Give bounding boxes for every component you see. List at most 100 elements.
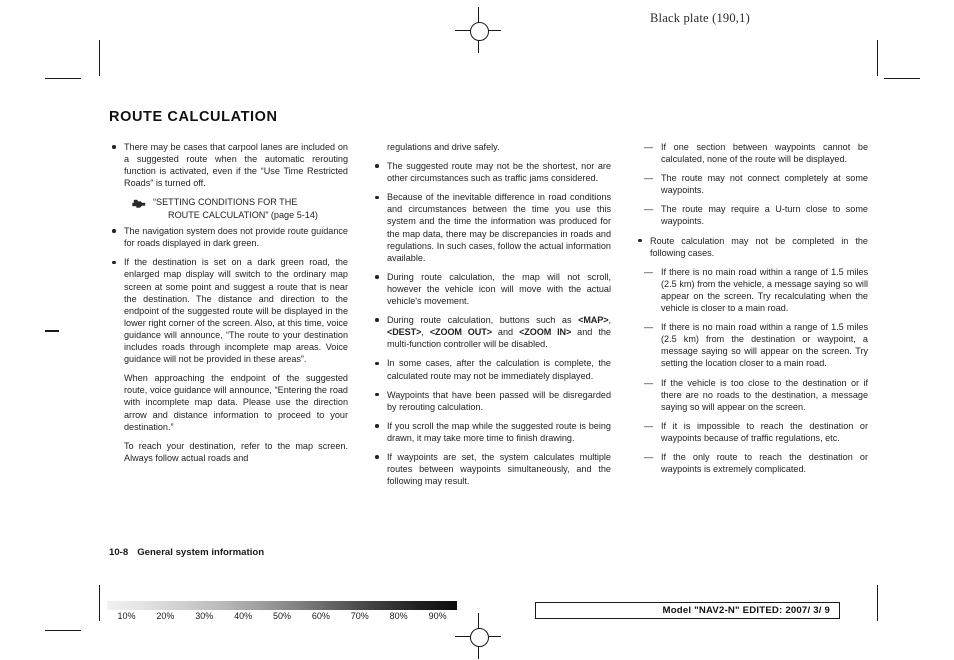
dash-glyph-icon: — bbox=[644, 204, 654, 215]
column-2: regulations and drive safely. The suggest… bbox=[372, 141, 611, 487]
bullet-dot-icon bbox=[638, 238, 642, 243]
density-label-7: 70% bbox=[350, 611, 369, 621]
bullet-item: During route calculation, the map will n… bbox=[372, 271, 611, 307]
dash-item: — If there is no main road within a range… bbox=[635, 321, 868, 369]
bullet-text: The navigation system does not provide r… bbox=[124, 226, 348, 249]
bullet-text: There may be cases that carpool lanes ar… bbox=[124, 142, 348, 189]
bullet-item: In some cases, after the calculation is … bbox=[372, 357, 611, 381]
dash-text: The route may not connect completely at … bbox=[661, 173, 868, 196]
bullet-text: Route calculation may not be completed i… bbox=[650, 235, 868, 258]
density-gradient-strip bbox=[107, 601, 457, 610]
density-label-9: 90% bbox=[428, 611, 447, 621]
bullet-text: The suggested route may not be the short… bbox=[387, 161, 611, 184]
bullet-dot-icon bbox=[375, 455, 379, 459]
paragraph: When approaching the endpoint of the sug… bbox=[124, 373, 348, 432]
text-run: and bbox=[491, 327, 520, 338]
dash-text: If one section between waypoints cannot … bbox=[661, 142, 868, 165]
crop-mark-top-right-horizontal bbox=[884, 78, 920, 79]
bullet-text: Waypoints that have been passed will be … bbox=[387, 389, 611, 412]
cross-reference-line-2: ROUTE CALCULATION” (page 5-14) bbox=[168, 209, 318, 220]
cross-reference-line-1: “SETTING CONDITIONS FOR THE bbox=[153, 197, 298, 208]
black-plate-label: Black plate (190,1) bbox=[650, 11, 750, 25]
bullet-dot-icon bbox=[375, 318, 379, 323]
section-title: General system information bbox=[137, 547, 265, 558]
body-columns: There may be cases that carpool lanes ar… bbox=[109, 141, 874, 487]
dash-text: The route may require a U-turn close to … bbox=[661, 204, 868, 227]
bullet-dot-icon bbox=[112, 260, 116, 265]
bullet-text: If you scroll the map while the suggeste… bbox=[387, 420, 611, 443]
crop-mark-bottom-left-horizontal bbox=[45, 630, 81, 631]
bullet-item: During route calculation, buttons such a… bbox=[372, 314, 611, 350]
dash-item: — The route may require a U-turn close to… bbox=[635, 203, 868, 227]
density-label-8: 80% bbox=[389, 611, 408, 621]
model-edition-box: Model "NAV2-N" EDITED: 2007/ 3/ 9 bbox=[535, 602, 840, 619]
dash-text: If it is impossible to reach the destina… bbox=[661, 420, 868, 443]
bullet-dot-icon bbox=[375, 195, 379, 200]
registration-mark-top bbox=[455, 7, 501, 53]
bullet-item: The navigation system does not provide r… bbox=[109, 225, 348, 249]
dash-glyph-icon: — bbox=[644, 142, 654, 152]
column-3: — If one section between waypoints cannot… bbox=[635, 141, 868, 487]
dash-glyph-icon: — bbox=[644, 266, 654, 277]
dash-glyph-icon: — bbox=[644, 322, 654, 333]
dash-item: — If the vehicle is too close to the dest… bbox=[635, 377, 868, 413]
crop-mark-top-right-vertical bbox=[877, 40, 878, 76]
bullet-dot-icon bbox=[375, 361, 379, 366]
bullet-item: If the destination is set on a dark gree… bbox=[109, 256, 348, 365]
bullet-text: Because of the inevitable difference in … bbox=[387, 192, 611, 263]
page-number: 10-8 bbox=[109, 547, 129, 558]
button-reference: <DEST> bbox=[387, 327, 422, 338]
density-label-6: 60% bbox=[311, 611, 330, 621]
bullet-item: The suggested route may not be the short… bbox=[372, 160, 611, 184]
bullet-item: Waypoints that have been passed will be … bbox=[372, 389, 611, 413]
dash-text: If the vehicle is too close to the desti… bbox=[661, 377, 868, 412]
bullet-dot-icon bbox=[375, 424, 379, 428]
dash-item: — The route may not connect completely at… bbox=[635, 172, 868, 196]
crop-mark-bottom-right-vertical bbox=[877, 585, 878, 621]
bullet-item: Route calculation may not be completed i… bbox=[635, 235, 868, 259]
bullet-dot-icon bbox=[112, 229, 116, 234]
registration-mark-bottom bbox=[455, 613, 501, 659]
dash-glyph-icon: — bbox=[644, 173, 654, 184]
bullet-text: During route calculation, the map will n… bbox=[387, 271, 611, 307]
crop-mark-top-left-vertical bbox=[99, 40, 100, 76]
button-reference: <ZOOM OUT> bbox=[429, 327, 492, 338]
dash-item: — If there is no main road within a range… bbox=[635, 266, 868, 314]
column-1: There may be cases that carpool lanes ar… bbox=[109, 141, 348, 487]
bullet-dot-icon bbox=[375, 392, 379, 397]
registration-mark-circle bbox=[469, 627, 489, 647]
text-run: , bbox=[608, 315, 611, 326]
edge-tick-left bbox=[45, 330, 59, 332]
crop-mark-bottom-left-vertical bbox=[99, 585, 100, 621]
density-label-5: 50% bbox=[273, 611, 292, 621]
registration-mark-circle bbox=[469, 21, 489, 41]
density-label-3: 30% bbox=[195, 611, 214, 621]
density-label-4: 40% bbox=[234, 611, 253, 621]
dash-glyph-icon: — bbox=[644, 451, 654, 462]
page-title: ROUTE CALCULATION bbox=[109, 109, 278, 125]
bullet-dot-icon bbox=[375, 164, 379, 168]
paragraph: regulations and drive safely. bbox=[387, 142, 500, 152]
density-label-1: 10% bbox=[117, 611, 136, 621]
bullet-item: If you scroll the map while the suggeste… bbox=[372, 420, 611, 444]
button-reference: <ZOOM IN> bbox=[519, 327, 572, 338]
density-labels: 10% 20% 30% 40% 50% 60% 70% 80% 90% bbox=[107, 611, 457, 621]
dash-item: — If it is impossible to reach the destin… bbox=[635, 420, 868, 444]
bullet-dot-icon bbox=[375, 275, 379, 279]
dash-glyph-icon: — bbox=[644, 377, 654, 388]
pointing-hand-icon bbox=[132, 199, 146, 208]
bullet-text: During route calculation, buttons such a… bbox=[387, 315, 611, 349]
dash-text: If the only route to reach the destinati… bbox=[661, 451, 868, 475]
paragraph: To reach your destination, refer to the … bbox=[124, 440, 348, 463]
dash-text: If there is no main road within a range … bbox=[661, 266, 868, 314]
dash-item: — If one section between waypoints cannot… bbox=[635, 141, 868, 165]
bullet-text: If the destination is set on a dark gree… bbox=[124, 257, 348, 365]
bullet-text: In some cases, after the calculation is … bbox=[387, 358, 611, 381]
text-run: During route calculation, buttons such a… bbox=[387, 315, 579, 326]
cross-reference-text: “SETTING CONDITIONS FOR THE ROUTE CALCULA… bbox=[153, 196, 348, 221]
density-label-2: 20% bbox=[156, 611, 175, 621]
bullet-dot-icon bbox=[112, 145, 116, 149]
dash-text: If there is no main road within a range … bbox=[661, 322, 868, 369]
dash-item: — If the only route to reach the destinat… bbox=[635, 451, 868, 475]
text-run: , bbox=[421, 327, 430, 338]
